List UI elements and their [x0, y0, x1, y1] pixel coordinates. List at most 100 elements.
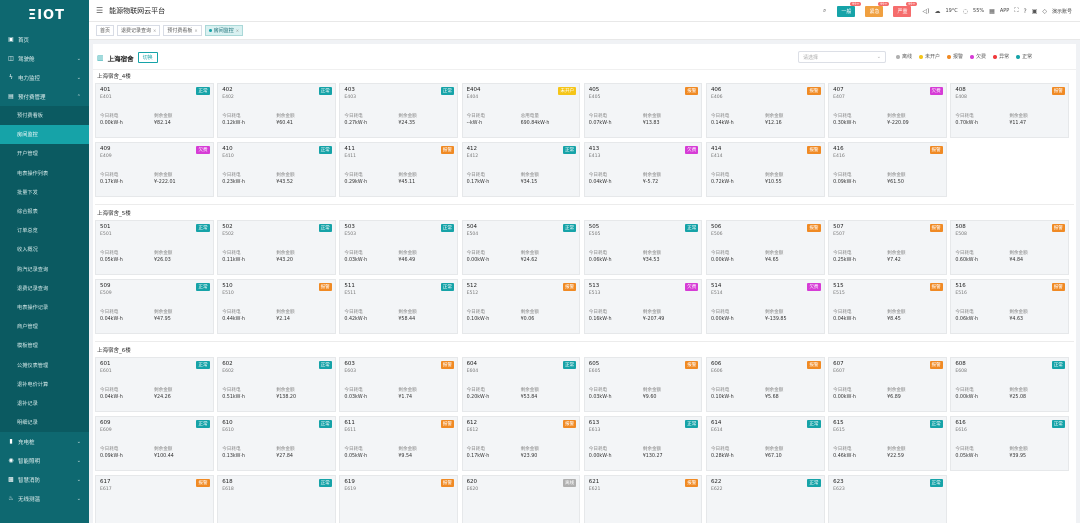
- room-card[interactable]: 505 E505 正常 今日耗电 剩余金额 0.06kW·h ¥34.53: [583, 220, 703, 275]
- alarm-badge-button[interactable]: 严重 99+: [893, 1, 918, 17]
- sidebar-item-bottom-1[interactable]: ◉ 智能照明 ⌄: [0, 451, 89, 470]
- room-card[interactable]: 622 E622 正常: [705, 475, 825, 523]
- room-card[interactable]: 401 E401 正常 今日耗电 剩余金额 0.00kW·h ¥82.14: [95, 83, 214, 138]
- room-card[interactable]: 509 E509 正常 今日耗电 剩余金额 0.04kW·h ¥47.95: [95, 279, 214, 334]
- sidebar-subitem-6[interactable]: 订单总览: [0, 221, 89, 241]
- room-card[interactable]: 502 E502 正常 今日耗电 剩余金额 0.11kW·h ¥43.20: [217, 220, 336, 275]
- sidebar-subitem-5[interactable]: 综合报表: [0, 201, 89, 222]
- sidebar-subitem-15[interactable]: 退补记录: [0, 393, 89, 413]
- room-card[interactable]: 512 E512 报警 今日耗电 剩余金额 0.10kW·h ¥0.06: [461, 279, 581, 334]
- room-card[interactable]: 623 E623 正常: [828, 475, 947, 523]
- room-card[interactable]: 603 E603 报警 今日耗电 剩余金额 0.03kW·h ¥1.74: [339, 357, 458, 412]
- sidebar-item-bottom-3[interactable]: ♨ 无线测温 ⌄: [0, 489, 89, 508]
- room-card[interactable]: 620 E620 离线: [461, 475, 581, 523]
- tab-0[interactable]: 首页: [96, 25, 115, 36]
- room-card[interactable]: 405 E405 报警 今日耗电 剩余金额 0.07kW·h ¥13.83: [583, 83, 703, 138]
- sidebar-subitem-11[interactable]: 商户管理: [0, 317, 89, 337]
- sidebar-item-2[interactable]: ϟ 电力监控 ⌄: [0, 68, 89, 87]
- alarm-badge-button[interactable]: 紧急 99+: [865, 1, 890, 17]
- room-card[interactable]: 605 E605 报警 今日耗电 剩余金额 0.03kW·h ¥9.60: [583, 357, 703, 412]
- room-card[interactable]: 612 E612 报警 今日耗电 剩余金额 0.17kW·h ¥23.90: [461, 416, 581, 471]
- room-card[interactable]: 610 E610 正常 今日耗电 剩余金额 0.13kW·h ¥27.84: [217, 416, 336, 471]
- room-card[interactable]: 613 E613 正常 今日耗电 剩余金额 0.00kW·h ¥130.27: [583, 416, 703, 471]
- room-card[interactable]: 513 E513 欠费 今日耗电 剩余金额 0.16kW·h ¥-207.49: [583, 279, 703, 334]
- room-card[interactable]: 514 E514 欠费 今日耗电 剩余金额 0.00kW·h ¥-139.85: [705, 279, 825, 334]
- search-icon[interactable]: ⌕: [823, 7, 826, 15]
- menu-toggle-icon[interactable]: ☰: [96, 6, 103, 15]
- sidebar-subitem-3[interactable]: 电表操作列表: [0, 163, 89, 183]
- room-card[interactable]: 515 E515 报警 今日耗电 剩余金额 0.04kW·h ¥8.45: [828, 279, 947, 334]
- room-card[interactable]: 602 E602 正常 今日耗电 剩余金额 0.51kW·h ¥138.20: [217, 357, 336, 412]
- sidebar-item-3[interactable]: ▤ 预付费管理 ⌃: [0, 87, 89, 106]
- room-card[interactable]: 614 E614 正常 今日耗电 剩余金额 0.28kW·h ¥67.10: [705, 416, 825, 471]
- close-icon[interactable]: ×: [194, 28, 197, 33]
- app-label[interactable]: APP: [1000, 8, 1009, 14]
- room-card[interactable]: 503 E503 正常 今日耗电 剩余金额 0.03kW·h ¥46.49: [339, 220, 458, 275]
- room-card[interactable]: 414 E414 报警 今日耗电 剩余金额 0.72kW·h ¥10.55: [705, 142, 825, 197]
- room-card[interactable]: 406 E406 报警 今日耗电 剩余金额 0.14kW·h ¥12.16: [705, 83, 825, 138]
- shield-icon[interactable]: ◇: [1042, 8, 1047, 15]
- sidebar-item-bottom-2[interactable]: ▩ 智慧消防 ⌄: [0, 470, 89, 489]
- tab-3[interactable]: 房间监控 ×: [204, 25, 244, 36]
- sidebar-item-bottom-0[interactable]: ▮ 充电桩 ⌄: [0, 432, 89, 451]
- room-card[interactable]: 410 E410 正常 今日耗电 剩余金额 0.23kW·h ¥43.52: [217, 142, 336, 197]
- room-card[interactable]: 615 E615 正常 今日耗电 剩余金额 0.46kW·h ¥22.59: [828, 416, 947, 471]
- room-card[interactable]: 608 E608 正常 今日耗电 剩余金额 0.00kW·h ¥25.08: [950, 357, 1069, 412]
- sidebar-subitem-16[interactable]: 明细记录: [0, 413, 89, 433]
- help-icon[interactable]: ?: [1024, 8, 1027, 15]
- room-card[interactable]: 511 E511 正常 今日耗电 剩余金额 0.42kW·h ¥58.44: [339, 279, 458, 334]
- sidebar-subitem-9[interactable]: 退费记录查询: [0, 278, 89, 298]
- sidebar-subitem-8[interactable]: 购汽记录查询: [0, 259, 89, 279]
- sidebar-item-1[interactable]: ◫ 驾驶舱 ⌄: [0, 49, 89, 68]
- room-card[interactable]: 611 E611 报警 今日耗电 剩余金额 0.05kW·h ¥9.54: [339, 416, 458, 471]
- room-card[interactable]: E404 E404 未开户 今日耗电 总用电量 --kW·h 690.84kW·h: [461, 83, 581, 138]
- room-card[interactable]: 604 E604 正常 今日耗电 剩余金额 0.20kW·h ¥53.84: [461, 357, 581, 412]
- room-card[interactable]: 606 E606 报警 今日耗电 剩余金额 0.10kW·h ¥5.68: [705, 357, 825, 412]
- room-card[interactable]: 601 E601 正常 今日耗电 剩余金额 0.04kW·h ¥24.26: [95, 357, 214, 412]
- sidebar-subitem-13[interactable]: 公摊仪表管理: [0, 355, 89, 375]
- room-card[interactable]: 501 E501 正常 今日耗电 剩余金额 0.05kW·h ¥26.03: [95, 220, 214, 275]
- sidebar-subitem-1[interactable]: 房间监控: [0, 125, 89, 145]
- room-card[interactable]: 504 E504 正常 今日耗电 剩余金额 0.00kW·h ¥24.62: [461, 220, 581, 275]
- room-card[interactable]: 408 E408 报警 今日耗电 剩余金额 0.70kW·h ¥11.47: [950, 83, 1069, 138]
- room-card[interactable]: 617 E617 报警: [95, 475, 214, 523]
- app-icon[interactable]: ▦: [989, 8, 995, 15]
- status-filter-select[interactable]: 请选择 ⌄: [798, 51, 886, 63]
- room-card[interactable]: 411 E411 报警 今日耗电 剩余金额 0.29kW·h ¥45.11: [339, 142, 458, 197]
- room-card[interactable]: 413 E413 欠费 今日耗电 剩余金额 0.04kW·h ¥-5.72: [583, 142, 703, 197]
- room-card[interactable]: 609 E609 正常 今日耗电 剩余金额 0.09kW·h ¥100.44: [95, 416, 214, 471]
- sidebar-subitem-0[interactable]: 预付费看板: [0, 106, 89, 126]
- volume-icon[interactable]: ◁): [922, 8, 929, 15]
- room-card[interactable]: 621 E621 报警: [583, 475, 703, 523]
- room-card[interactable]: 506 E506 报警 今日耗电 剩余金额 0.00kW·h ¥4.65: [705, 220, 825, 275]
- sidebar-item-0[interactable]: ▣ 首页: [0, 30, 89, 49]
- sidebar-subitem-12[interactable]: 模板管理: [0, 336, 89, 356]
- room-card[interactable]: 403 E403 正常 今日耗电 剩余金额 0.27kW·h ¥24.35: [339, 83, 458, 138]
- room-card[interactable]: 407 E407 欠费 今日耗电 剩余金额 0.30kW·h ¥-220.09: [828, 83, 947, 138]
- room-card[interactable]: 508 E508 报警 今日耗电 剩余金额 0.60kW·h ¥4.84: [950, 220, 1069, 275]
- switch-location-button[interactable]: 切换: [137, 52, 158, 63]
- room-card[interactable]: 416 E416 报警 今日耗电 剩余金额 0.09kW·h ¥61.50: [828, 142, 947, 197]
- room-card[interactable]: 412 E412 正常 今日耗电 剩余金额 0.17kW·h ¥34.15: [461, 142, 581, 197]
- room-card[interactable]: 409 E409 欠费 今日耗电 剩余金额 0.17kW·h ¥-222.01: [95, 142, 214, 197]
- close-icon[interactable]: ×: [153, 28, 156, 33]
- room-card[interactable]: 510 E510 报警 今日耗电 剩余金额 0.44kW·h ¥2.14: [217, 279, 336, 334]
- sidebar-subitem-2[interactable]: 开户管理: [0, 144, 89, 164]
- lock-icon[interactable]: ▣: [1032, 8, 1038, 15]
- room-card[interactable]: 402 E402 正常 今日耗电 剩余金额 0.12kW·h ¥60.41: [217, 83, 336, 138]
- tab-2[interactable]: 预付费看板 ×: [163, 25, 202, 36]
- close-icon[interactable]: ×: [236, 28, 239, 33]
- user-name[interactable]: 演示账号: [1052, 8, 1072, 15]
- room-card[interactable]: 619 E619 报警: [339, 475, 458, 523]
- room-card[interactable]: 616 E616 正常 今日耗电 剩余金额 0.05kW·h ¥39.95: [950, 416, 1069, 471]
- room-card[interactable]: 507 E507 报警 今日耗电 剩余金额 0.25kW·h ¥7.42: [828, 220, 947, 275]
- sidebar-subitem-4[interactable]: 批量下发: [0, 182, 89, 202]
- room-card[interactable]: 618 E618 正常: [217, 475, 336, 523]
- sidebar-subitem-10[interactable]: 电表操作记录: [0, 297, 89, 318]
- sidebar-subitem-7[interactable]: 收入概况: [0, 240, 89, 260]
- sidebar-subitem-14[interactable]: 退补电价计算: [0, 374, 89, 394]
- tab-1[interactable]: 退费记录查询 ×: [117, 25, 161, 36]
- fullscreen-icon[interactable]: ⛶: [1014, 7, 1018, 15]
- room-card[interactable]: 516 E516 报警 今日耗电 剩余金额 0.06kW·h ¥4.63: [950, 279, 1069, 334]
- alarm-badge-button[interactable]: 一般 99+: [837, 1, 862, 17]
